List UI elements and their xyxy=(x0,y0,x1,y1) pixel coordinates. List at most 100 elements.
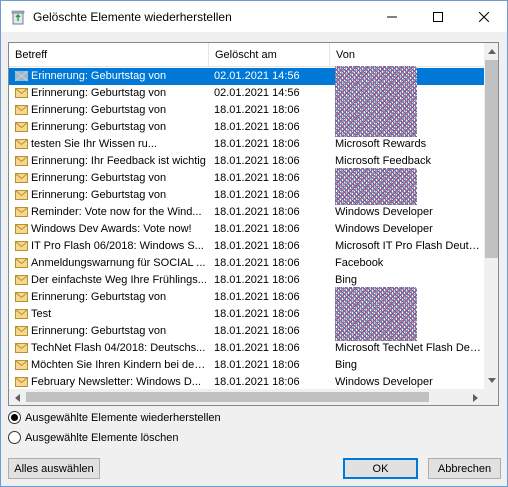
cell-subject: TechNet Flash 04/2018: Deutschs... xyxy=(31,342,206,354)
cell-sender: Facebook xyxy=(335,257,384,269)
cell-subject: Erinnerung: Geburtstag von xyxy=(31,121,167,133)
cell-subject: Erinnerung: Geburtstag von xyxy=(31,104,167,116)
select-all-button[interactable]: Alles auswählen xyxy=(8,458,100,479)
cell-sender: Microsoft IT Pro Flash Deutschl xyxy=(335,240,484,252)
cell-deleted-date: 18.01.2021 18:06 xyxy=(214,223,300,235)
cell-deleted-date: 18.01.2021 18:06 xyxy=(214,240,300,252)
cell-subject: IT Pro Flash 06/2018: Windows S... xyxy=(31,240,204,252)
redacted-sender xyxy=(335,321,417,341)
envelope-icon xyxy=(15,275,28,285)
envelope-icon xyxy=(15,156,28,166)
scroll-down-button[interactable] xyxy=(484,372,498,389)
list-row[interactable]: testen Sie Ihr Wissen ru... 18.01.2021 18… xyxy=(9,136,484,153)
list-row[interactable]: Möchten Sie Ihren Kindern bei den... 18.0… xyxy=(9,357,484,374)
envelope-icon xyxy=(15,71,28,81)
cell-deleted-date: 18.01.2021 18:06 xyxy=(214,155,300,167)
cell-deleted-date: 18.01.2021 18:06 xyxy=(214,342,300,354)
scroll-up-button[interactable] xyxy=(484,43,498,60)
envelope-icon xyxy=(15,326,28,336)
vertical-scrollbar[interactable] xyxy=(484,43,498,389)
list-row[interactable]: IT Pro Flash 06/2018: Windows S... 18.01.… xyxy=(9,238,484,255)
list-row[interactable]: Anmeldungswarnung für SOCIAL ... 18.01.20… xyxy=(9,255,484,272)
window-title: Gelöschte Elemente wiederherstellen xyxy=(33,10,232,24)
redacted-sender xyxy=(335,185,417,205)
list-row[interactable]: Windows Dev Awards: Vote now! 18.01.2021 … xyxy=(9,221,484,238)
cell-subject: Windows Dev Awards: Vote now! xyxy=(31,223,192,235)
cell-deleted-date: 18.01.2021 18:06 xyxy=(214,138,300,150)
list-row[interactable]: Erinnerung: Geburtstag von 18.01.2021 18:… xyxy=(9,117,484,137)
column-header-geloescht-am[interactable]: Gelöscht am xyxy=(209,43,330,67)
minimize-icon xyxy=(387,16,397,17)
cell-subject: Erinnerung: Geburtstag von xyxy=(31,189,167,201)
cell-deleted-date: 18.01.2021 18:06 xyxy=(214,172,300,184)
column-header-von[interactable]: Von xyxy=(330,43,484,67)
cell-sender: Microsoft TechNet Flash Deutsc xyxy=(335,342,484,354)
restore-radio-option[interactable]: Ausgewählte Elemente wiederherstellen xyxy=(8,411,221,424)
redacted-sender xyxy=(335,117,417,137)
ok-button[interactable]: OK xyxy=(343,458,418,479)
list-header: Betreff Gelöscht am Von xyxy=(9,43,484,67)
cell-deleted-date: 18.01.2021 18:06 xyxy=(214,274,300,286)
cell-sender: Windows Developer xyxy=(335,223,433,235)
restore-radio-label: Ausgewählte Elemente wiederherstellen xyxy=(25,411,221,424)
list-row[interactable]: Erinnerung: Geburtstag von 18.01.2021 18:… xyxy=(9,185,484,205)
cell-subject: Erinnerung: Geburtstag von xyxy=(31,325,167,337)
cell-deleted-date: 02.01.2021 14:56 xyxy=(214,87,300,99)
envelope-icon xyxy=(15,377,28,387)
cell-subject: Erinnerung: Geburtstag von xyxy=(31,70,167,82)
cell-deleted-date: 18.01.2021 18:06 xyxy=(214,291,300,303)
cell-subject: Reminder: Vote now for the Wind... xyxy=(31,206,202,218)
cell-deleted-date: 18.01.2021 18:06 xyxy=(214,104,300,116)
cell-sender: Windows Developer xyxy=(335,206,433,218)
envelope-icon xyxy=(15,139,28,149)
scroll-right-button[interactable] xyxy=(467,389,484,405)
list-row[interactable]: Reminder: Vote now for the Wind... 18.01.… xyxy=(9,204,484,221)
cell-deleted-date: 18.01.2021 18:06 xyxy=(214,325,300,337)
envelope-icon xyxy=(15,292,28,302)
close-icon xyxy=(479,11,489,22)
cell-deleted-date: 02.01.2021 14:56 xyxy=(214,70,300,82)
column-header-betreff[interactable]: Betreff xyxy=(9,43,209,67)
delete-radio-option[interactable]: Ausgewählte Elemente löschen xyxy=(8,431,178,444)
cell-sender: Microsoft Rewards xyxy=(335,138,427,150)
envelope-icon xyxy=(15,360,28,370)
vertical-scroll-thumb[interactable] xyxy=(485,60,498,258)
envelope-icon xyxy=(15,105,28,115)
horizontal-scroll-thumb[interactable] xyxy=(26,392,429,402)
scroll-left-button[interactable] xyxy=(9,389,26,405)
cell-deleted-date: 18.01.2021 18:06 xyxy=(214,121,300,133)
envelope-icon xyxy=(15,224,28,234)
cell-deleted-date: 18.01.2021 18:06 xyxy=(214,308,300,320)
chevron-left-icon xyxy=(15,393,20,402)
cell-subject: testen Sie Ihr Wissen ru... xyxy=(31,138,157,150)
cell-deleted-date: 18.01.2021 18:06 xyxy=(214,359,300,371)
list-row[interactable]: TechNet Flash 04/2018: Deutschs... 18.01.… xyxy=(9,340,484,357)
delete-radio-label: Ausgewählte Elemente löschen xyxy=(25,431,179,444)
restore-radio[interactable] xyxy=(8,411,21,424)
chevron-right-icon xyxy=(473,393,478,402)
cell-subject: Erinnerung: Geburtstag von xyxy=(31,87,167,99)
envelope-icon xyxy=(15,309,28,319)
horizontal-scrollbar[interactable] xyxy=(9,389,484,405)
envelope-icon xyxy=(15,88,28,98)
envelope-icon xyxy=(15,190,28,200)
dialog-window: Gelöschte Elemente wiederherstellen Betr… xyxy=(0,0,508,487)
scrollbar-corner xyxy=(484,389,498,405)
envelope-icon xyxy=(15,241,28,251)
delete-radio[interactable] xyxy=(8,431,21,444)
deleted-items-list[interactable]: Betreff Gelöscht am Von Erinnerung: Gebu… xyxy=(8,42,499,406)
maximize-button[interactable] xyxy=(415,1,461,32)
cancel-button[interactable]: Abbrechen xyxy=(428,458,501,479)
cell-subject: Test xyxy=(31,308,52,320)
cell-subject: Möchten Sie Ihren Kindern bei den... xyxy=(31,359,209,371)
chevron-up-icon xyxy=(487,49,496,54)
minimize-button[interactable] xyxy=(369,1,415,32)
cell-subject: Erinnerung: Geburtstag von xyxy=(31,172,167,184)
list-row[interactable]: Erinnerung: Geburtstag von 18.01.2021 18:… xyxy=(9,321,484,341)
cell-subject: Der einfachste Weg Ihre Frühlings... xyxy=(31,274,207,286)
title-bar: Gelöschte Elemente wiederherstellen xyxy=(1,1,507,32)
close-button[interactable] xyxy=(461,1,507,32)
cell-deleted-date: 18.01.2021 18:06 xyxy=(214,189,300,201)
maximize-icon xyxy=(433,11,443,22)
envelope-icon xyxy=(15,122,28,132)
